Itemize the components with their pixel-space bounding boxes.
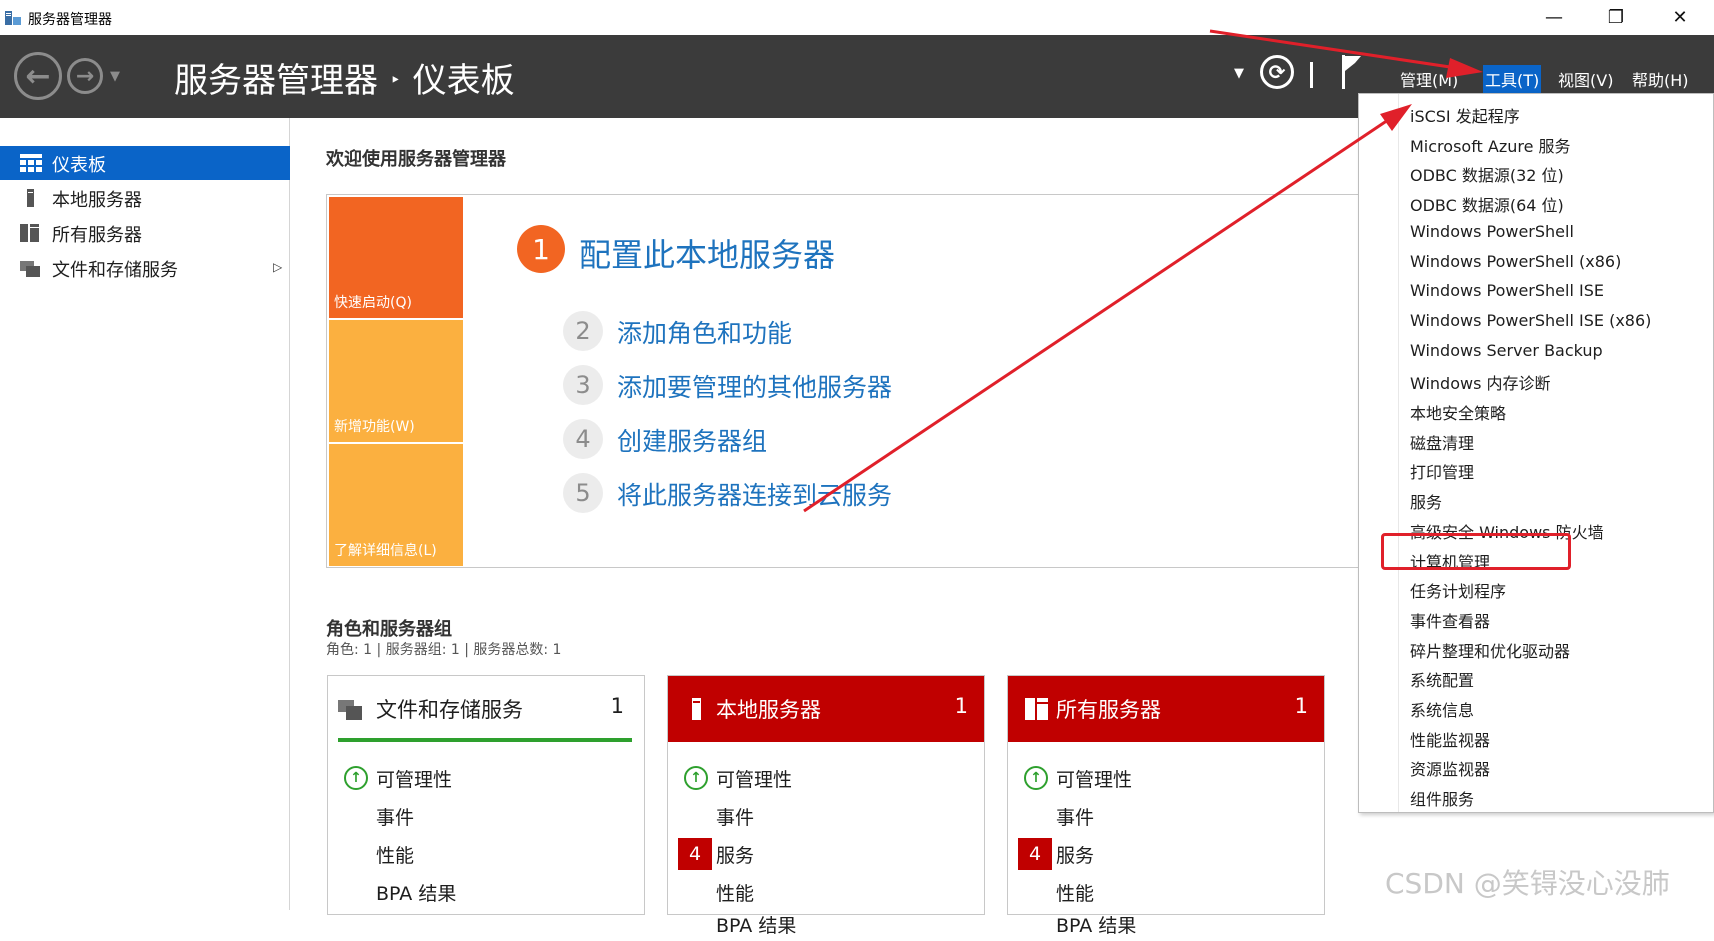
row-label: BPA 结果 <box>1056 915 1137 937</box>
annotation-arrow-to-item <box>803 110 1401 513</box>
watermark: CSDN @笑锝没心没肺 <box>1385 867 1670 900</box>
annotation-arrowhead-item <box>1380 104 1412 131</box>
annotation-arrows <box>803 29 1483 513</box>
annotation-arrowhead-tools <box>1446 58 1483 78</box>
row-label: BPA 结果 <box>716 915 797 937</box>
card-row-bpa[interactable]: BPA 结果 <box>1008 907 1324 941</box>
card-row-bpa[interactable]: BPA 结果 <box>668 907 984 941</box>
annotation-arrow-to-tools <box>1209 29 1471 72</box>
